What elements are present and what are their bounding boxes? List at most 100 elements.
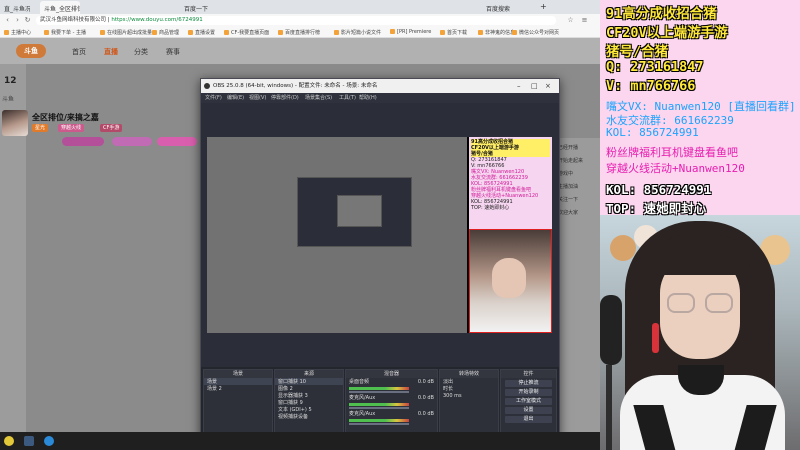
- bookmark-item[interactable]: 百度直播排行榜: [278, 29, 320, 36]
- obs-window: OBS 25.0.8 (64-bit, windows) - 配置文件: 未命名…: [200, 78, 560, 449]
- close-icon[interactable]: ×: [545, 79, 551, 93]
- overlay-text-line: 粉丝牌福利耳机键盘看鱼吧: [606, 146, 738, 159]
- bookmark-item[interactable]: [PR] Premiere: [390, 29, 431, 35]
- minimize-icon[interactable]: –: [517, 79, 521, 93]
- bookmark-item[interactable]: 首页下载: [440, 29, 467, 36]
- volume-slider[interactable]: [349, 391, 409, 393]
- browser-tab[interactable]: [116, 1, 146, 14]
- fan-badge[interactable]: [112, 137, 152, 146]
- preview-face: [492, 258, 526, 298]
- bookmark-item[interactable]: 主播中心: [4, 29, 31, 36]
- browser-tab[interactable]: [378, 1, 408, 14]
- refresh-icon[interactable]: ↻: [23, 16, 32, 25]
- bookmark-item[interactable]: 微信公众号对网页: [512, 29, 559, 36]
- nav-live[interactable]: 直播: [104, 47, 118, 57]
- chat-message: 开始走起来: [558, 158, 584, 164]
- nav-category[interactable]: 分类: [134, 47, 148, 57]
- browser-tab[interactable]: 百度搜索: [482, 1, 532, 14]
- maximize-icon[interactable]: □: [531, 79, 538, 93]
- source-item[interactable]: 窗口捕获 10: [275, 378, 343, 385]
- nav-home[interactable]: 首页: [72, 47, 86, 57]
- star-icon[interactable]: ☆: [566, 16, 575, 25]
- browser-tab[interactable]: [330, 1, 360, 14]
- fan-badge[interactable]: [62, 137, 104, 146]
- control-button[interactable]: 停止推流: [505, 380, 552, 387]
- control-button[interactable]: 工作室模式: [505, 398, 552, 405]
- source-item[interactable]: 文本 (GDI+) 5: [275, 406, 343, 413]
- transition-duration-input[interactable]: 300 ms: [440, 392, 498, 399]
- obs-menu-item[interactable]: 帮助(H): [359, 93, 377, 103]
- obs-menu-item[interactable]: 视图(V): [249, 93, 266, 103]
- browser-tab[interactable]: [252, 1, 282, 14]
- transition-duration-label: 时长: [443, 386, 454, 392]
- douyu-logo[interactable]: 斗鱼: [16, 44, 46, 58]
- bookmark-item[interactable]: 直播设置: [188, 29, 215, 36]
- bookmark-item[interactable]: 非神鬼的信息: [478, 29, 515, 36]
- bookmark-item[interactable]: 影片短篇小说文件: [334, 29, 381, 36]
- transition-select[interactable]: 淡出: [440, 378, 498, 385]
- start-icon[interactable]: [4, 436, 14, 446]
- bookmark-item[interactable]: CF-我要直播页面: [224, 29, 269, 36]
- room-tag[interactable]: 穿越火线: [58, 124, 85, 132]
- scene-item[interactable]: 场景: [204, 378, 272, 385]
- obs-menu-item[interactable]: 停靠部件(D): [271, 93, 299, 103]
- mixer-channel: 麦克风/Aux 0.0 dB: [346, 394, 437, 402]
- browser-tab[interactable]: [290, 1, 320, 14]
- sources-header: 来源: [275, 370, 343, 378]
- tab-label: 百度搜索: [486, 6, 511, 13]
- nav-events[interactable]: 赛事: [166, 47, 180, 57]
- new-tab-button[interactable]: +: [536, 1, 548, 14]
- source-item[interactable]: 窗口捕获 9: [275, 399, 343, 406]
- back-icon[interactable]: ‹: [3, 16, 12, 25]
- browser-tab[interactable]: 百度一下: [180, 1, 210, 14]
- control-button[interactable]: 设置: [505, 407, 552, 414]
- scene-item[interactable]: 场景 2: [204, 385, 272, 392]
- control-button[interactable]: 开始录制: [505, 389, 552, 396]
- chat-column: 已经开播 开始走起来 游戏中 主播加油 关注一下 欢迎大家: [555, 138, 600, 432]
- browser-tab[interactable]: 直_斗鱼况: [0, 1, 30, 14]
- audio-meter: [349, 403, 409, 406]
- overlay-text-line: V: mn766766: [606, 78, 696, 94]
- mixer-channel-level: 0.0 dB: [417, 395, 434, 401]
- address-input[interactable]: 武汉斗鱼网络科技有限公司 | https://www.douyu.com/672…: [36, 16, 556, 25]
- browser-tab[interactable]: [214, 1, 244, 14]
- obs-menu-item[interactable]: 文件(F): [205, 93, 222, 103]
- earphone-cable: [652, 323, 659, 353]
- control-button[interactable]: 退出: [505, 416, 552, 423]
- menu-icon[interactable]: ≡: [580, 16, 589, 25]
- source-item[interactable]: 显示器捕获 3: [275, 392, 343, 399]
- browser-taskbar-icon[interactable]: [44, 436, 54, 446]
- browser-tab[interactable]: 斗鱼_全区排位: [40, 1, 80, 14]
- forward-icon[interactable]: ›: [13, 16, 22, 25]
- volume-slider[interactable]: [349, 407, 409, 409]
- mixer-channel-label: 麦克风/Aux: [349, 395, 376, 401]
- source-item[interactable]: 图像 2: [275, 385, 343, 392]
- obs-menu-item[interactable]: 工具(T): [339, 93, 356, 103]
- taskbar-app-icon[interactable]: [24, 436, 34, 446]
- bookmark-item[interactable]: 商品管理: [152, 29, 179, 36]
- chat-message: 欢迎大家: [558, 210, 579, 216]
- glasses-left-lens: [667, 293, 695, 313]
- room-tag[interactable]: 星光: [32, 124, 49, 132]
- fan-badge[interactable]: [157, 137, 197, 146]
- bookmark-item[interactable]: 在线图片超出成批量: [100, 29, 152, 36]
- obs-menu-item[interactable]: 场景集合(S): [305, 93, 332, 103]
- browser-tab[interactable]: [84, 1, 114, 14]
- rank-number: 12: [4, 76, 17, 86]
- room-tag[interactable]: CF手游: [100, 124, 123, 132]
- scenes-header: 场景: [204, 370, 272, 378]
- bookmark-item[interactable]: 我要下单 - 主播: [44, 29, 86, 36]
- streamer-avatar[interactable]: [2, 110, 28, 136]
- overlay-text-line: TOP: 速她即封心: [606, 201, 707, 216]
- volume-slider[interactable]: [349, 423, 409, 425]
- preview-browser-capture: [207, 137, 467, 333]
- obs-preview[interactable]: 91高分成收招合猪 CF20V以上端游手游 猪号/合猪 Q: 273161847 V: …: [207, 137, 552, 333]
- stream-overlay: 91高分成收招合猪 CF20V以上端游手游 猪号/合猪 Q: 273161847 V: …: [600, 0, 800, 450]
- room-title: 全区排位/来搞之嘉: [32, 113, 99, 122]
- audio-meter: [349, 387, 409, 390]
- browser-tab[interactable]: [148, 1, 178, 14]
- mixer-channel-label: 桌面音频: [349, 379, 370, 385]
- obs-menu-item[interactable]: 编辑(E): [227, 93, 244, 103]
- source-item[interactable]: 视频捕获设备: [275, 413, 343, 420]
- browser-tab[interactable]: [420, 1, 450, 14]
